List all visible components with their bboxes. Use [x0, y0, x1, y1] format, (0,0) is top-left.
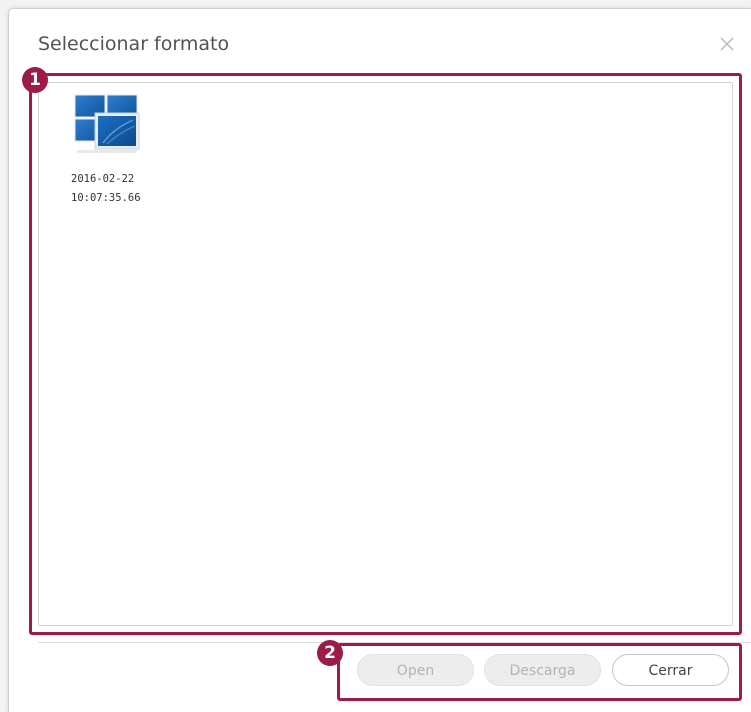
callout-badge-1: 1	[22, 67, 48, 93]
file-list-area: 2016-02-22 10:07:35.66	[29, 73, 742, 635]
file-list-panel: 2016-02-22 10:07:35.66	[38, 82, 733, 626]
open-button[interactable]: Open	[357, 654, 474, 686]
file-date: 2016-02-22	[71, 173, 135, 185]
callout-badge-2: 2	[317, 640, 343, 666]
window-layout-icon	[73, 93, 141, 155]
file-time: 10:07:35.66	[71, 192, 141, 204]
file-timestamp: 2016-02-22 10:07:35.66	[71, 170, 171, 208]
close-icon[interactable]	[717, 34, 737, 54]
close-button[interactable]: Cerrar	[612, 654, 729, 686]
download-button[interactable]: Descarga	[484, 654, 601, 686]
dialog-title: Seleccionar formato	[38, 33, 230, 55]
